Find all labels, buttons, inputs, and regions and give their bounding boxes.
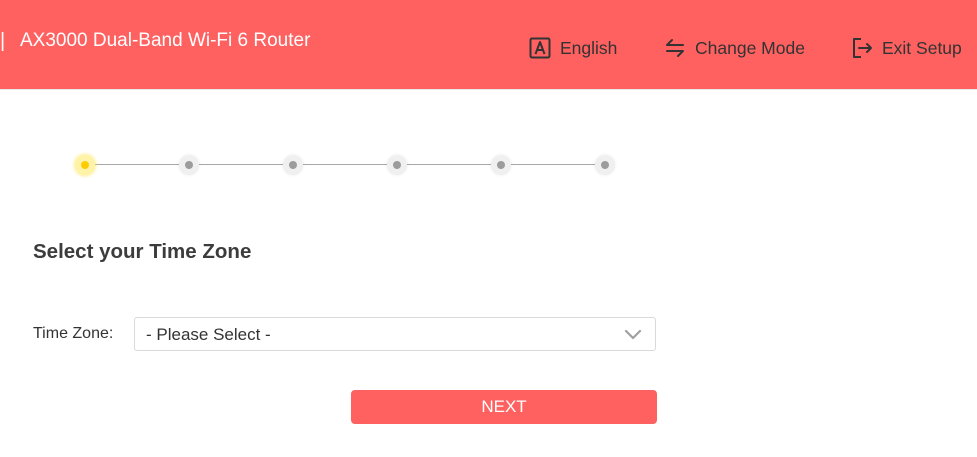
language-icon	[529, 37, 551, 59]
page-heading: Select your Time Zone	[33, 240, 252, 263]
title-separator: |	[0, 30, 6, 52]
top-header-bar: | AX3000 Dual-Band Wi-Fi 6 Router Englis…	[0, 0, 977, 90]
change-mode-button[interactable]: Change Mode	[664, 35, 805, 61]
exit-icon	[851, 37, 873, 59]
step-5-indicator	[491, 155, 511, 175]
time-zone-select[interactable]: - Please Select -	[134, 317, 656, 351]
language-label: English	[560, 37, 618, 58]
progress-stepper	[75, 155, 615, 175]
stepper-line	[85, 164, 605, 165]
language-button[interactable]: English	[529, 35, 617, 61]
step-4-indicator	[387, 155, 407, 175]
swap-arrows-icon	[664, 37, 686, 59]
next-button[interactable]: NEXT	[351, 390, 657, 424]
exit-setup-button[interactable]: Exit Setup	[851, 35, 962, 61]
exit-setup-label: Exit Setup	[882, 37, 962, 58]
chevron-down-icon	[624, 328, 642, 346]
step-2-indicator	[179, 155, 199, 175]
router-model-title: AX3000 Dual-Band Wi-Fi 6 Router	[20, 30, 311, 51]
step-6-indicator	[595, 155, 615, 175]
step-3-indicator	[283, 155, 303, 175]
step-1-indicator	[75, 155, 95, 175]
time-zone-label: Time Zone:	[33, 325, 114, 342]
time-zone-selected-value: - Please Select -	[146, 325, 271, 344]
change-mode-label: Change Mode	[695, 37, 805, 58]
